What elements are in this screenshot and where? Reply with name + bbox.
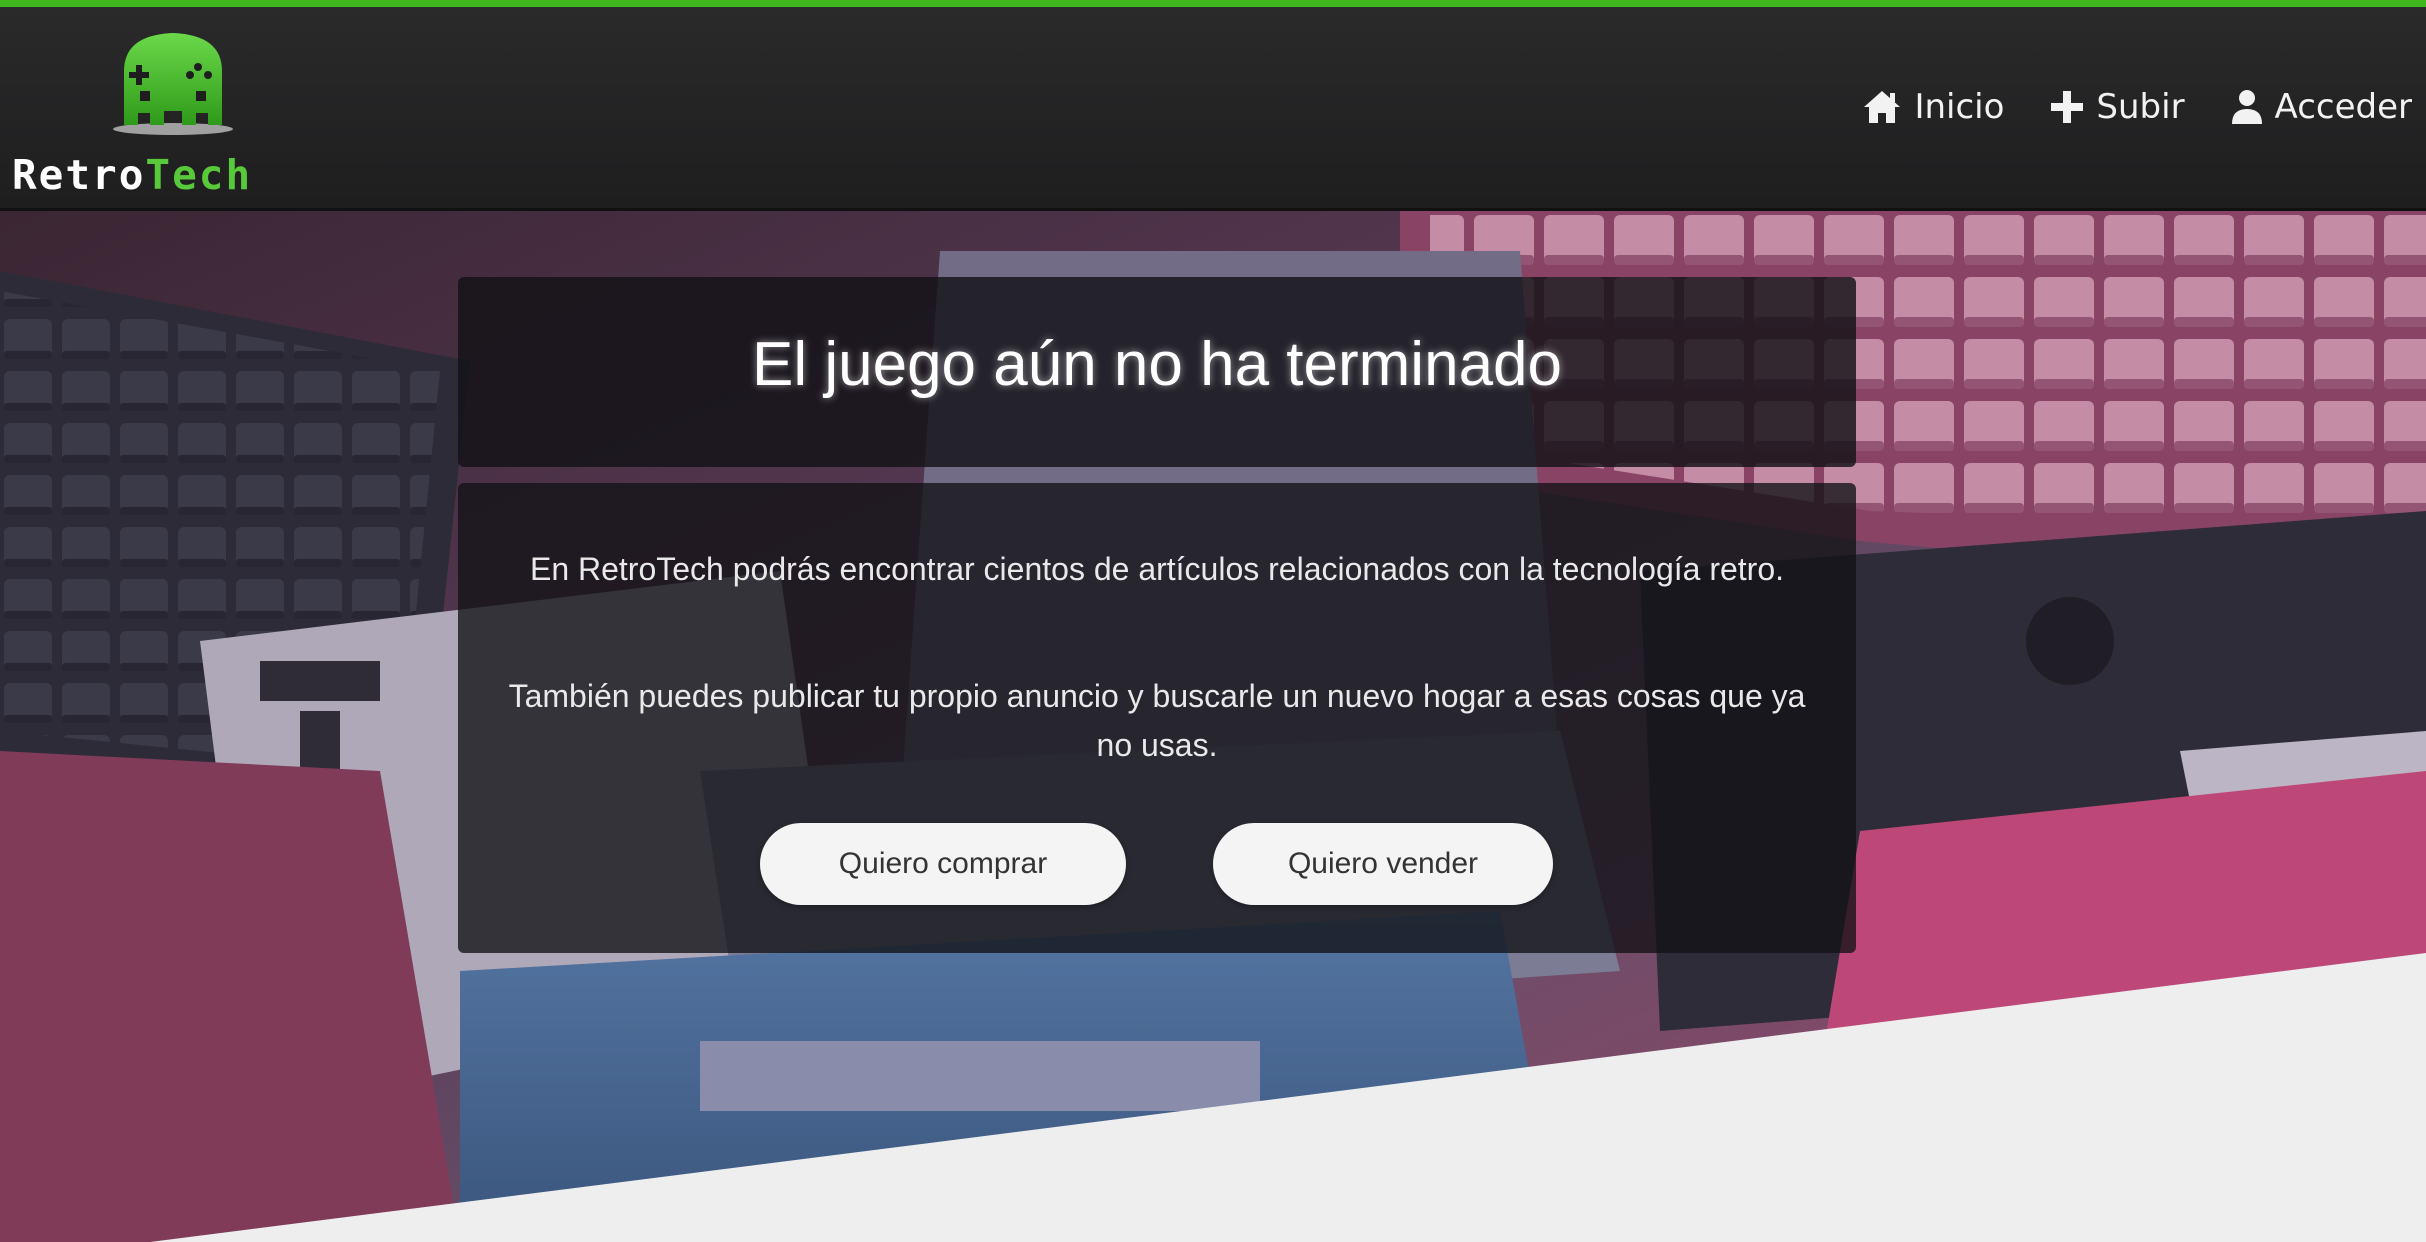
brand-home-link[interactable]: RetroTech [10,25,330,205]
hero-paragraph-1: En RetroTech podrás encontrar cientos de… [529,551,1785,587]
nav-item-label: Inicio [1914,87,2005,127]
brand-name: RetroTech [12,151,252,199]
nav-item-inicio[interactable]: Inicio [1862,87,2004,127]
nav-item-label: Acceder [2274,87,2412,127]
hero-title-panel: El juego aún no ha terminado [458,277,1856,467]
hero-section: El juego aún no ha terminado En RetroTec… [0,211,2426,1242]
hero-paragraph-2: También puedes publicar tu propio anunci… [508,678,1806,763]
page: RetroTech Inicio Subir Acceder El juego … [0,0,2426,1242]
buy-button[interactable]: Quiero comprar [760,823,1126,905]
hero-body-panel: En RetroTech podrás encontrar cientos de… [458,483,1856,953]
sell-button[interactable]: Quiero vender [1213,823,1553,905]
brand-name-tech: Tech [145,151,253,199]
hero-title: El juego aún no ha terminado [751,330,1563,399]
home-icon [1862,89,1902,125]
brand-name-retro: Retro [12,151,146,199]
nav-item-label: Subir [2096,87,2185,127]
plus-icon [2050,90,2084,124]
gamepad-logo-icon [110,25,236,137]
main-nav: Inicio Subir Acceder [1862,87,2412,127]
user-icon [2231,89,2263,125]
nav-item-subir[interactable]: Subir [2050,87,2185,127]
navbar: RetroTech Inicio Subir Acceder [0,7,2426,211]
top-accent-line [0,0,2426,7]
nav-item-acceder[interactable]: Acceder [2231,87,2412,127]
